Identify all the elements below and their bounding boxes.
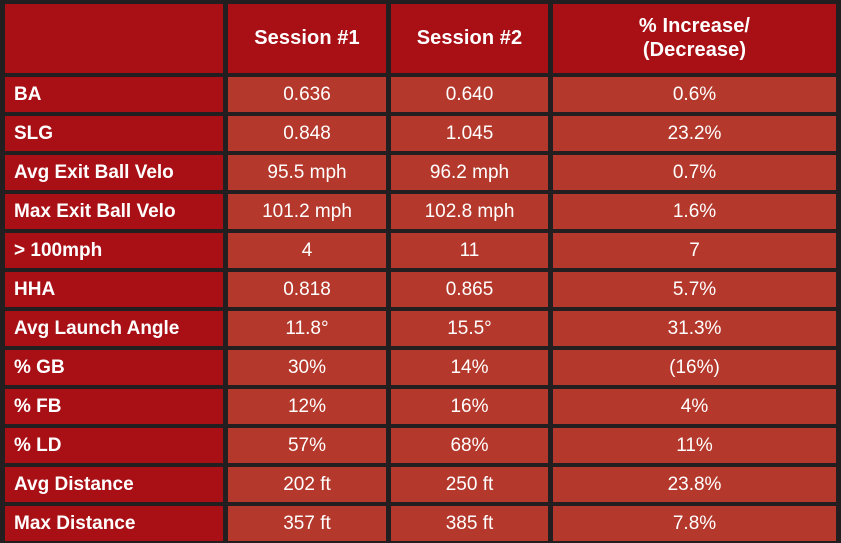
cell-percent-change: 23.2%	[548, 112, 841, 151]
row-label-metric: % LD	[0, 424, 223, 463]
cell-session-1: 0.636	[223, 73, 386, 112]
table-row: HHA 0.818 0.865 5.7%	[0, 268, 841, 307]
cell-session-2: 96.2 mph	[386, 151, 548, 190]
cell-session-1: 0.848	[223, 112, 386, 151]
row-label-metric: > 100mph	[0, 229, 223, 268]
table-row: Avg Launch Angle 11.8° 15.5° 31.3%	[0, 307, 841, 346]
cell-percent-change: 5.7%	[548, 268, 841, 307]
cell-session-1: 0.818	[223, 268, 386, 307]
table-row: % FB 12% 16% 4%	[0, 385, 841, 424]
column-header-percent-change-line-1: % Increase/	[638, 14, 751, 37]
cell-session-2: 102.8 mph	[386, 190, 548, 229]
cell-session-1: 95.5 mph	[223, 151, 386, 190]
cell-session-1: 12%	[223, 385, 386, 424]
table-row: % GB 30% 14% (16%)	[0, 346, 841, 385]
table-row: Avg Distance 202 ft 250 ft 23.8%	[0, 463, 841, 502]
column-header-percent-change: % Increase/ (Decrease)	[548, 0, 841, 73]
column-header-percent-change-line-2: (Decrease)	[642, 38, 747, 61]
cell-percent-change: (16%)	[548, 346, 841, 385]
row-label-metric: Max Exit Ball Velo	[0, 190, 223, 229]
table-corner-cell	[0, 0, 223, 73]
column-header-session-2: Session #2	[386, 0, 548, 73]
row-label-metric: SLG	[0, 112, 223, 151]
cell-session-1: 57%	[223, 424, 386, 463]
cell-session-1: 202 ft	[223, 463, 386, 502]
cell-session-1: 357 ft	[223, 502, 386, 541]
row-label-metric: Max Distance	[0, 502, 223, 541]
cell-session-2: 68%	[386, 424, 548, 463]
cell-session-1: 101.2 mph	[223, 190, 386, 229]
table-row: Max Exit Ball Velo 101.2 mph 102.8 mph 1.6%	[0, 190, 841, 229]
table-row: > 100mph 4 11 7	[0, 229, 841, 268]
cell-session-2: 1.045	[386, 112, 548, 151]
cell-session-1: 4	[223, 229, 386, 268]
cell-percent-change: 31.3%	[548, 307, 841, 346]
table-row: Avg Exit Ball Velo 95.5 mph 96.2 mph 0.7%	[0, 151, 841, 190]
cell-session-1: 30%	[223, 346, 386, 385]
cell-session-2: 250 ft	[386, 463, 548, 502]
row-label-metric: Avg Launch Angle	[0, 307, 223, 346]
cell-session-2: 0.865	[386, 268, 548, 307]
cell-session-2: 385 ft	[386, 502, 548, 541]
cell-percent-change: 1.6%	[548, 190, 841, 229]
cell-session-2: 11	[386, 229, 548, 268]
cell-percent-change: 0.6%	[548, 73, 841, 112]
row-label-metric: Avg Exit Ball Velo	[0, 151, 223, 190]
row-label-metric: % FB	[0, 385, 223, 424]
row-label-metric: % GB	[0, 346, 223, 385]
cell-percent-change: 11%	[548, 424, 841, 463]
table-row: BA 0.636 0.640 0.6%	[0, 73, 841, 112]
row-label-metric: HHA	[0, 268, 223, 307]
hitting-session-comparison-table: Session #1 Session #2 % Increase/ (Decre…	[0, 0, 841, 541]
cell-percent-change: 23.8%	[548, 463, 841, 502]
row-label-metric: Avg Distance	[0, 463, 223, 502]
row-label-metric: BA	[0, 73, 223, 112]
table-row: Max Distance 357 ft 385 ft 7.8%	[0, 502, 841, 541]
cell-percent-change: 7.8%	[548, 502, 841, 541]
cell-session-2: 14%	[386, 346, 548, 385]
table-header-row: Session #1 Session #2 % Increase/ (Decre…	[0, 0, 841, 73]
cell-percent-change: 0.7%	[548, 151, 841, 190]
table-row: % LD 57% 68% 11%	[0, 424, 841, 463]
table-row: SLG 0.848 1.045 23.2%	[0, 112, 841, 151]
cell-session-1: 11.8°	[223, 307, 386, 346]
cell-session-2: 16%	[386, 385, 548, 424]
cell-percent-change: 7	[548, 229, 841, 268]
cell-session-2: 0.640	[386, 73, 548, 112]
column-header-session-1: Session #1	[223, 0, 386, 73]
cell-percent-change: 4%	[548, 385, 841, 424]
table-body: BA 0.636 0.640 0.6% SLG 0.848 1.045 23.2% Avg Ex…	[0, 73, 841, 541]
cell-session-2: 15.5°	[386, 307, 548, 346]
